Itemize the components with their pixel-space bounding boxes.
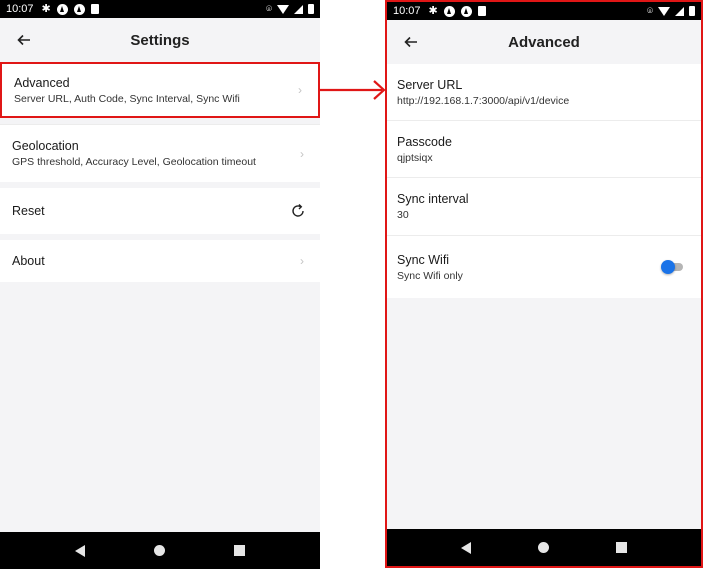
nav-recents-icon[interactable]	[616, 542, 628, 553]
sync-wifi-toggle[interactable]	[661, 260, 683, 274]
chevron-right-icon: ›	[298, 83, 302, 97]
settings-item-geolocation[interactable]: Geolocation GPS threshold, Accuracy Leve…	[0, 124, 320, 182]
page-title: Settings	[130, 31, 190, 49]
app-notification-icon	[56, 3, 68, 15]
settings-screen: 10:07 ✱ ⌾ Settings Advanced Server URL, …	[0, 0, 320, 569]
settings-item-about[interactable]: About ›	[0, 240, 320, 282]
setting-server-url[interactable]: Server URL http://192.168.1.7:3000/api/v…	[387, 64, 701, 121]
settings-list: Advanced Server URL, Auth Code, Sync Int…	[0, 62, 320, 282]
status-bar: 10:07 ✱ ⌾	[0, 0, 320, 18]
item-value: 30	[397, 209, 409, 221]
item-label: Passcode	[397, 134, 452, 149]
gear-icon: ✱	[41, 2, 51, 15]
back-arrow-icon[interactable]	[399, 30, 423, 54]
gear-icon: ✱	[428, 4, 438, 17]
item-subtitle: Server URL, Auth Code, Sync Interval, Sy…	[14, 92, 240, 105]
settings-item-reset[interactable]: Reset	[0, 188, 320, 234]
sd-card-icon	[477, 6, 486, 16]
item-label: Reset	[12, 204, 45, 218]
item-label: Sync Wifi	[397, 252, 450, 267]
status-time: 10:07	[393, 5, 421, 17]
nav-home-icon[interactable]	[153, 545, 165, 556]
nav-home-icon[interactable]	[537, 542, 549, 553]
setting-sync-wifi[interactable]: Sync Wifi Sync Wifi only	[387, 236, 701, 298]
location-icon: ⌾	[266, 3, 272, 15]
battery-icon	[689, 6, 695, 16]
item-value: Sync Wifi only	[397, 269, 463, 282]
status-bar: 10:07 ✱ ⌾	[387, 2, 701, 20]
item-value: http://192.168.1.7:3000/api/v1/device	[397, 94, 570, 107]
wifi-icon	[658, 6, 670, 16]
nav-back-icon[interactable]	[74, 544, 85, 557]
nav-back-icon[interactable]	[460, 541, 471, 554]
arrow-connector-icon	[318, 80, 386, 100]
item-label: Server URL	[397, 77, 463, 92]
app-notification-icon	[460, 5, 472, 17]
sd-card-icon	[90, 4, 99, 14]
nav-recents-icon[interactable]	[234, 545, 246, 556]
page-title: Advanced	[508, 33, 580, 51]
setting-sync-interval[interactable]: Sync interval 30	[387, 178, 701, 236]
item-label: Sync interval	[397, 192, 469, 206]
item-label: About	[12, 254, 45, 268]
item-label: Geolocation	[12, 139, 79, 153]
chevron-right-icon: ›	[300, 254, 304, 268]
signal-icon	[294, 4, 303, 14]
chevron-right-icon: ›	[300, 146, 304, 161]
item-subtitle: GPS threshold, Accuracy Level, Geolocati…	[12, 156, 256, 168]
signal-icon	[675, 6, 684, 16]
app-bar: Settings	[0, 18, 320, 62]
battery-icon	[308, 4, 314, 14]
refresh-icon[interactable]	[290, 203, 306, 219]
advanced-screen: 10:07 ✱ ⌾ Advanced Server URL http://192…	[385, 0, 703, 568]
item-value: qjptsiqx	[397, 151, 433, 164]
navigation-bar	[387, 529, 701, 566]
setting-passcode[interactable]: Passcode qjptsiqx	[387, 121, 701, 178]
location-icon: ⌾	[647, 5, 653, 17]
back-arrow-icon[interactable]	[12, 28, 36, 52]
app-notification-icon	[443, 5, 455, 17]
app-notification-icon	[73, 3, 85, 15]
settings-item-advanced[interactable]: Advanced Server URL, Auth Code, Sync Int…	[0, 62, 320, 118]
item-label: Advanced	[14, 75, 70, 90]
status-time: 10:07	[6, 3, 34, 15]
advanced-list: Server URL http://192.168.1.7:3000/api/v…	[387, 64, 701, 298]
navigation-bar	[0, 532, 320, 569]
toggle-thumb	[661, 260, 675, 274]
wifi-icon	[277, 4, 289, 14]
app-bar: Advanced	[387, 20, 701, 64]
